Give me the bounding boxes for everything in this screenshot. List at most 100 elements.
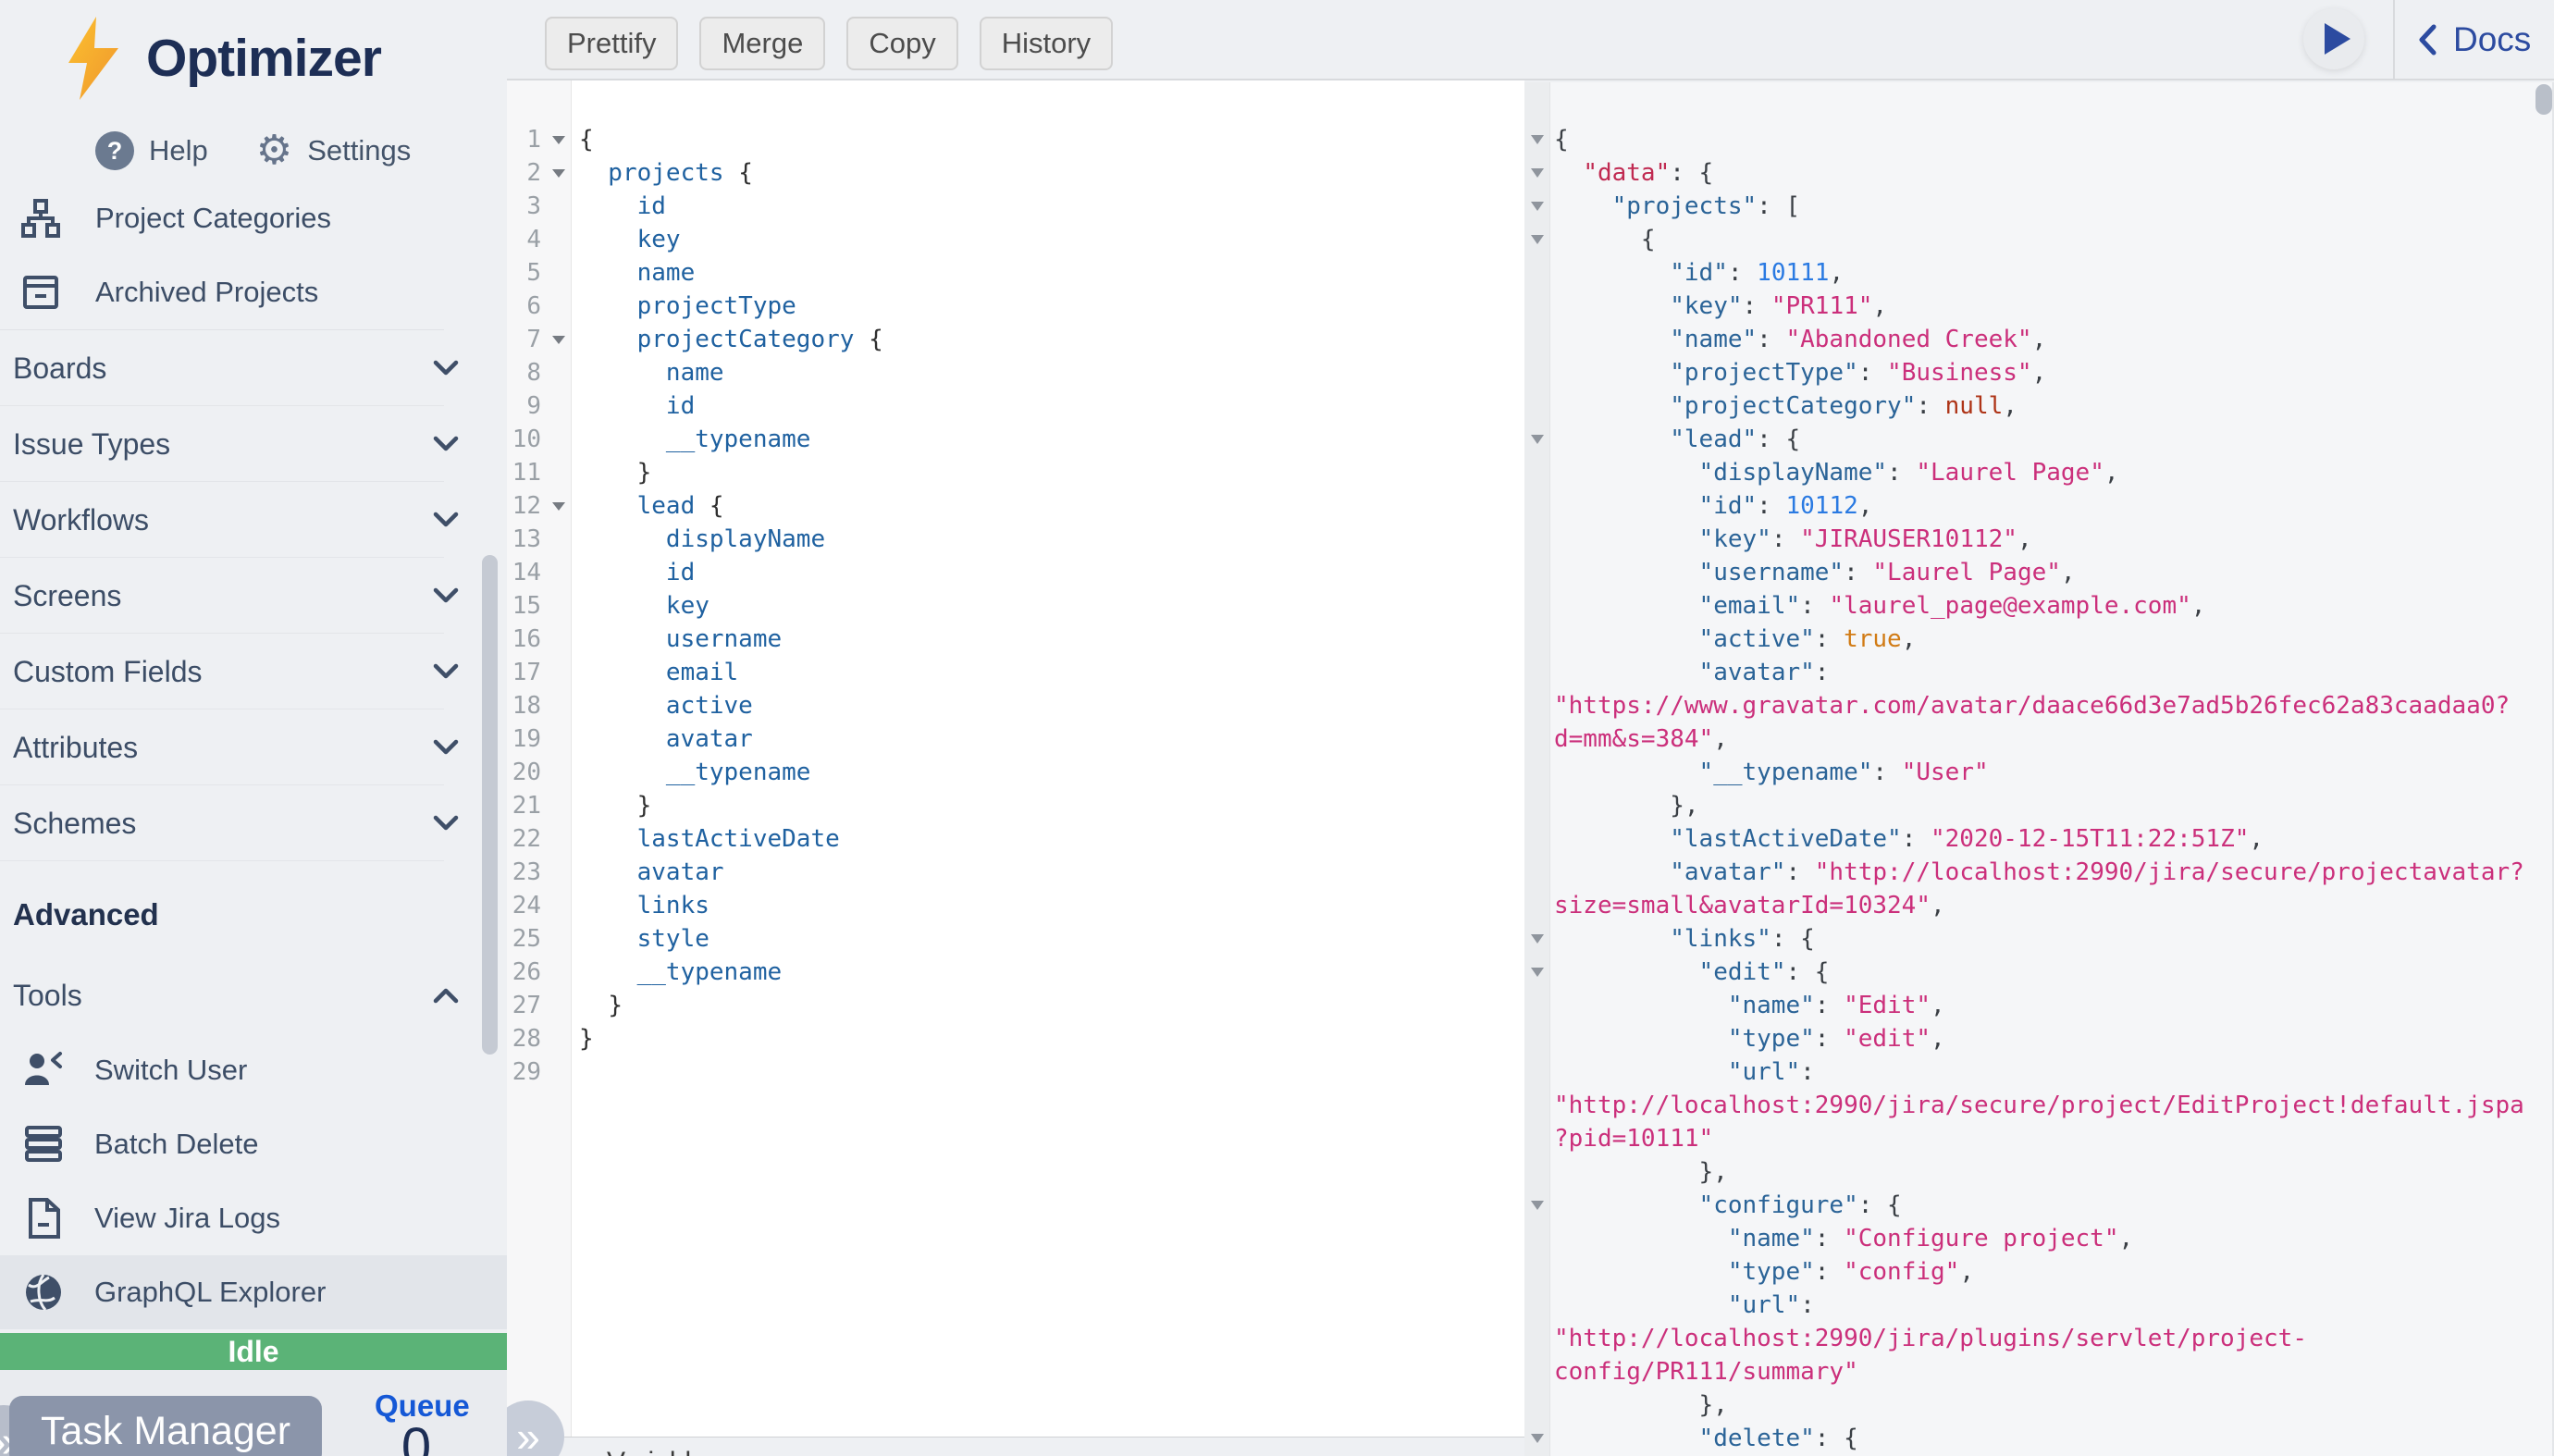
sidebar-section-boards[interactable]: Boards (0, 330, 507, 406)
double-chevron-right-icon: » (516, 1412, 540, 1456)
result-line: size=small&avatarId=10324", (1554, 889, 2524, 922)
query-variables-bar[interactable]: Query Variables (507, 1437, 1524, 1456)
sidebar-item-graphql-explorer[interactable]: GraphQL Explorer (0, 1255, 507, 1329)
topbar-divider (2393, 0, 2395, 79)
line-number: 1 (507, 123, 571, 156)
fold-toggle-icon[interactable] (1531, 202, 1544, 211)
line-number: 16 (507, 623, 571, 656)
sidebar-scrollbar[interactable] (482, 555, 498, 1055)
chevron-down-icon (432, 662, 460, 681)
sidebar-section-label: Screens (13, 579, 121, 613)
result-line: "links": { (1554, 922, 2524, 956)
query-line: } (579, 789, 883, 822)
sidebar-section-screens[interactable]: Screens (0, 558, 507, 634)
status-label: Idle (228, 1335, 278, 1369)
help-settings-row: ? Help ⚙ Settings (95, 131, 411, 170)
sidebar-item-project-categories[interactable]: Project Categories (0, 181, 507, 255)
fold-toggle-icon[interactable] (1531, 135, 1544, 144)
docs-toggle[interactable]: Docs (2416, 20, 2531, 59)
play-icon (2325, 23, 2350, 55)
fold-toggle-icon[interactable] (1531, 968, 1544, 977)
query-line: links (579, 889, 883, 922)
result-line: "url": (1554, 1055, 2524, 1089)
sidebar-section-label: Workflows (13, 503, 149, 537)
fold-toggle-icon[interactable] (552, 336, 565, 344)
toolbar-button-prettify[interactable]: Prettify (545, 17, 678, 70)
line-number: 8 (507, 356, 571, 389)
result-line: "username": "Laurel Page", (1554, 556, 2524, 589)
result-line: "avatar": (1554, 656, 2524, 689)
query-line: lead { (579, 489, 883, 523)
help-button[interactable]: ? Help (95, 131, 208, 170)
archive-icon (19, 272, 62, 313)
query-line: { (579, 123, 883, 156)
line-number: 28 (507, 1022, 571, 1055)
query-line: key (579, 589, 883, 623)
logo: Optimizer (65, 17, 381, 100)
result-line: "configure": { (1554, 1189, 2524, 1222)
fold-toggle-icon[interactable] (1531, 435, 1544, 444)
result-line: "key": "PR111", (1554, 290, 2524, 323)
sidebar-item-archived-projects[interactable]: Archived Projects (0, 255, 507, 329)
result-line: ?pid=10111" (1554, 1122, 2524, 1155)
settings-button[interactable]: ⚙ Settings (256, 131, 411, 170)
query-line: } (579, 456, 883, 489)
chevron-up-icon (432, 986, 460, 1005)
sidebar-section-workflows[interactable]: Workflows (0, 482, 507, 558)
sidebar-section-attributes[interactable]: Attributes (0, 709, 507, 785)
sidebar-section-label: Schemes (13, 807, 136, 841)
fold-toggle-icon[interactable] (1531, 168, 1544, 178)
result-line: "url": (1554, 1289, 2524, 1322)
result-line: "active": true, (1554, 623, 2524, 656)
result-line: "https://www.gravatar.com/avatar/daace66… (1554, 689, 2524, 722)
fold-toggle-icon[interactable] (1531, 934, 1544, 944)
chevron-down-icon (432, 435, 460, 453)
toolbar-button-history[interactable]: History (980, 17, 1113, 70)
sidebar-section-custom-fields[interactable]: Custom Fields (0, 634, 507, 709)
toolbar-button-copy[interactable]: Copy (846, 17, 957, 70)
fold-toggle-icon[interactable] (1531, 1201, 1544, 1210)
execute-query-button[interactable] (2303, 8, 2364, 69)
fold-toggle-icon[interactable] (552, 502, 565, 511)
query-line: name (579, 356, 883, 389)
result-line: "name": "Abandoned Creek", (1554, 323, 2524, 356)
result-line: config/PR111/summary" (1554, 1355, 2524, 1388)
chevron-down-icon (432, 586, 460, 605)
task-manager-button[interactable]: Task Manager (9, 1396, 322, 1456)
result-line: d=mm&s=384", (1554, 722, 2524, 756)
globe-icon (20, 1272, 67, 1313)
sidebar-item-switch-user[interactable]: Switch User (0, 1033, 507, 1107)
chevron-down-icon (432, 814, 460, 833)
line-number: 27 (507, 989, 571, 1022)
result-line: "projects": [ (1554, 190, 2524, 223)
result-line: "edit": { (1554, 956, 2524, 989)
sidebar-section-schemes[interactable]: Schemes (0, 785, 507, 861)
fold-toggle-icon[interactable] (1531, 235, 1544, 244)
sidebar-item-view-jira-logs[interactable]: View Jira Logs (0, 1181, 507, 1255)
chevron-down-icon (432, 511, 460, 529)
sidebar-item-label: Project Categories (95, 202, 331, 235)
toolbar-button-merge[interactable]: Merge (699, 17, 825, 70)
chevron-down-icon (432, 359, 460, 377)
help-label: Help (149, 134, 208, 167)
sidebar-section-tools[interactable]: Tools (0, 957, 507, 1033)
line-number: 20 (507, 756, 571, 789)
result-line: "avatar": "http://localhost:2990/jira/se… (1554, 856, 2524, 889)
line-number: 12 (507, 489, 571, 523)
results-scrollbar[interactable] (2535, 84, 2552, 115)
sidebar-section-issue-types[interactable]: Issue Types (0, 406, 507, 482)
query-line: lastActiveDate (579, 822, 883, 856)
fold-toggle-icon[interactable] (552, 169, 565, 178)
result-line: "id": 10112, (1554, 489, 2524, 523)
query-line: projectCategory { (579, 323, 883, 356)
sidebar-item-batch-delete[interactable]: Batch Delete (0, 1107, 507, 1181)
result-line: "key": "JIRAUSER10112", (1554, 523, 2524, 556)
query-editor[interactable]: { projects { id key name projectType pro… (579, 80, 883, 1089)
fold-toggle-icon[interactable] (1531, 1434, 1544, 1443)
results-gutter (1524, 82, 1550, 1456)
line-number: 23 (507, 856, 571, 889)
fold-toggle-icon[interactable] (552, 136, 565, 144)
line-number: 11 (507, 456, 571, 489)
app-title: Optimizer (146, 28, 381, 89)
line-number: 26 (507, 956, 571, 989)
